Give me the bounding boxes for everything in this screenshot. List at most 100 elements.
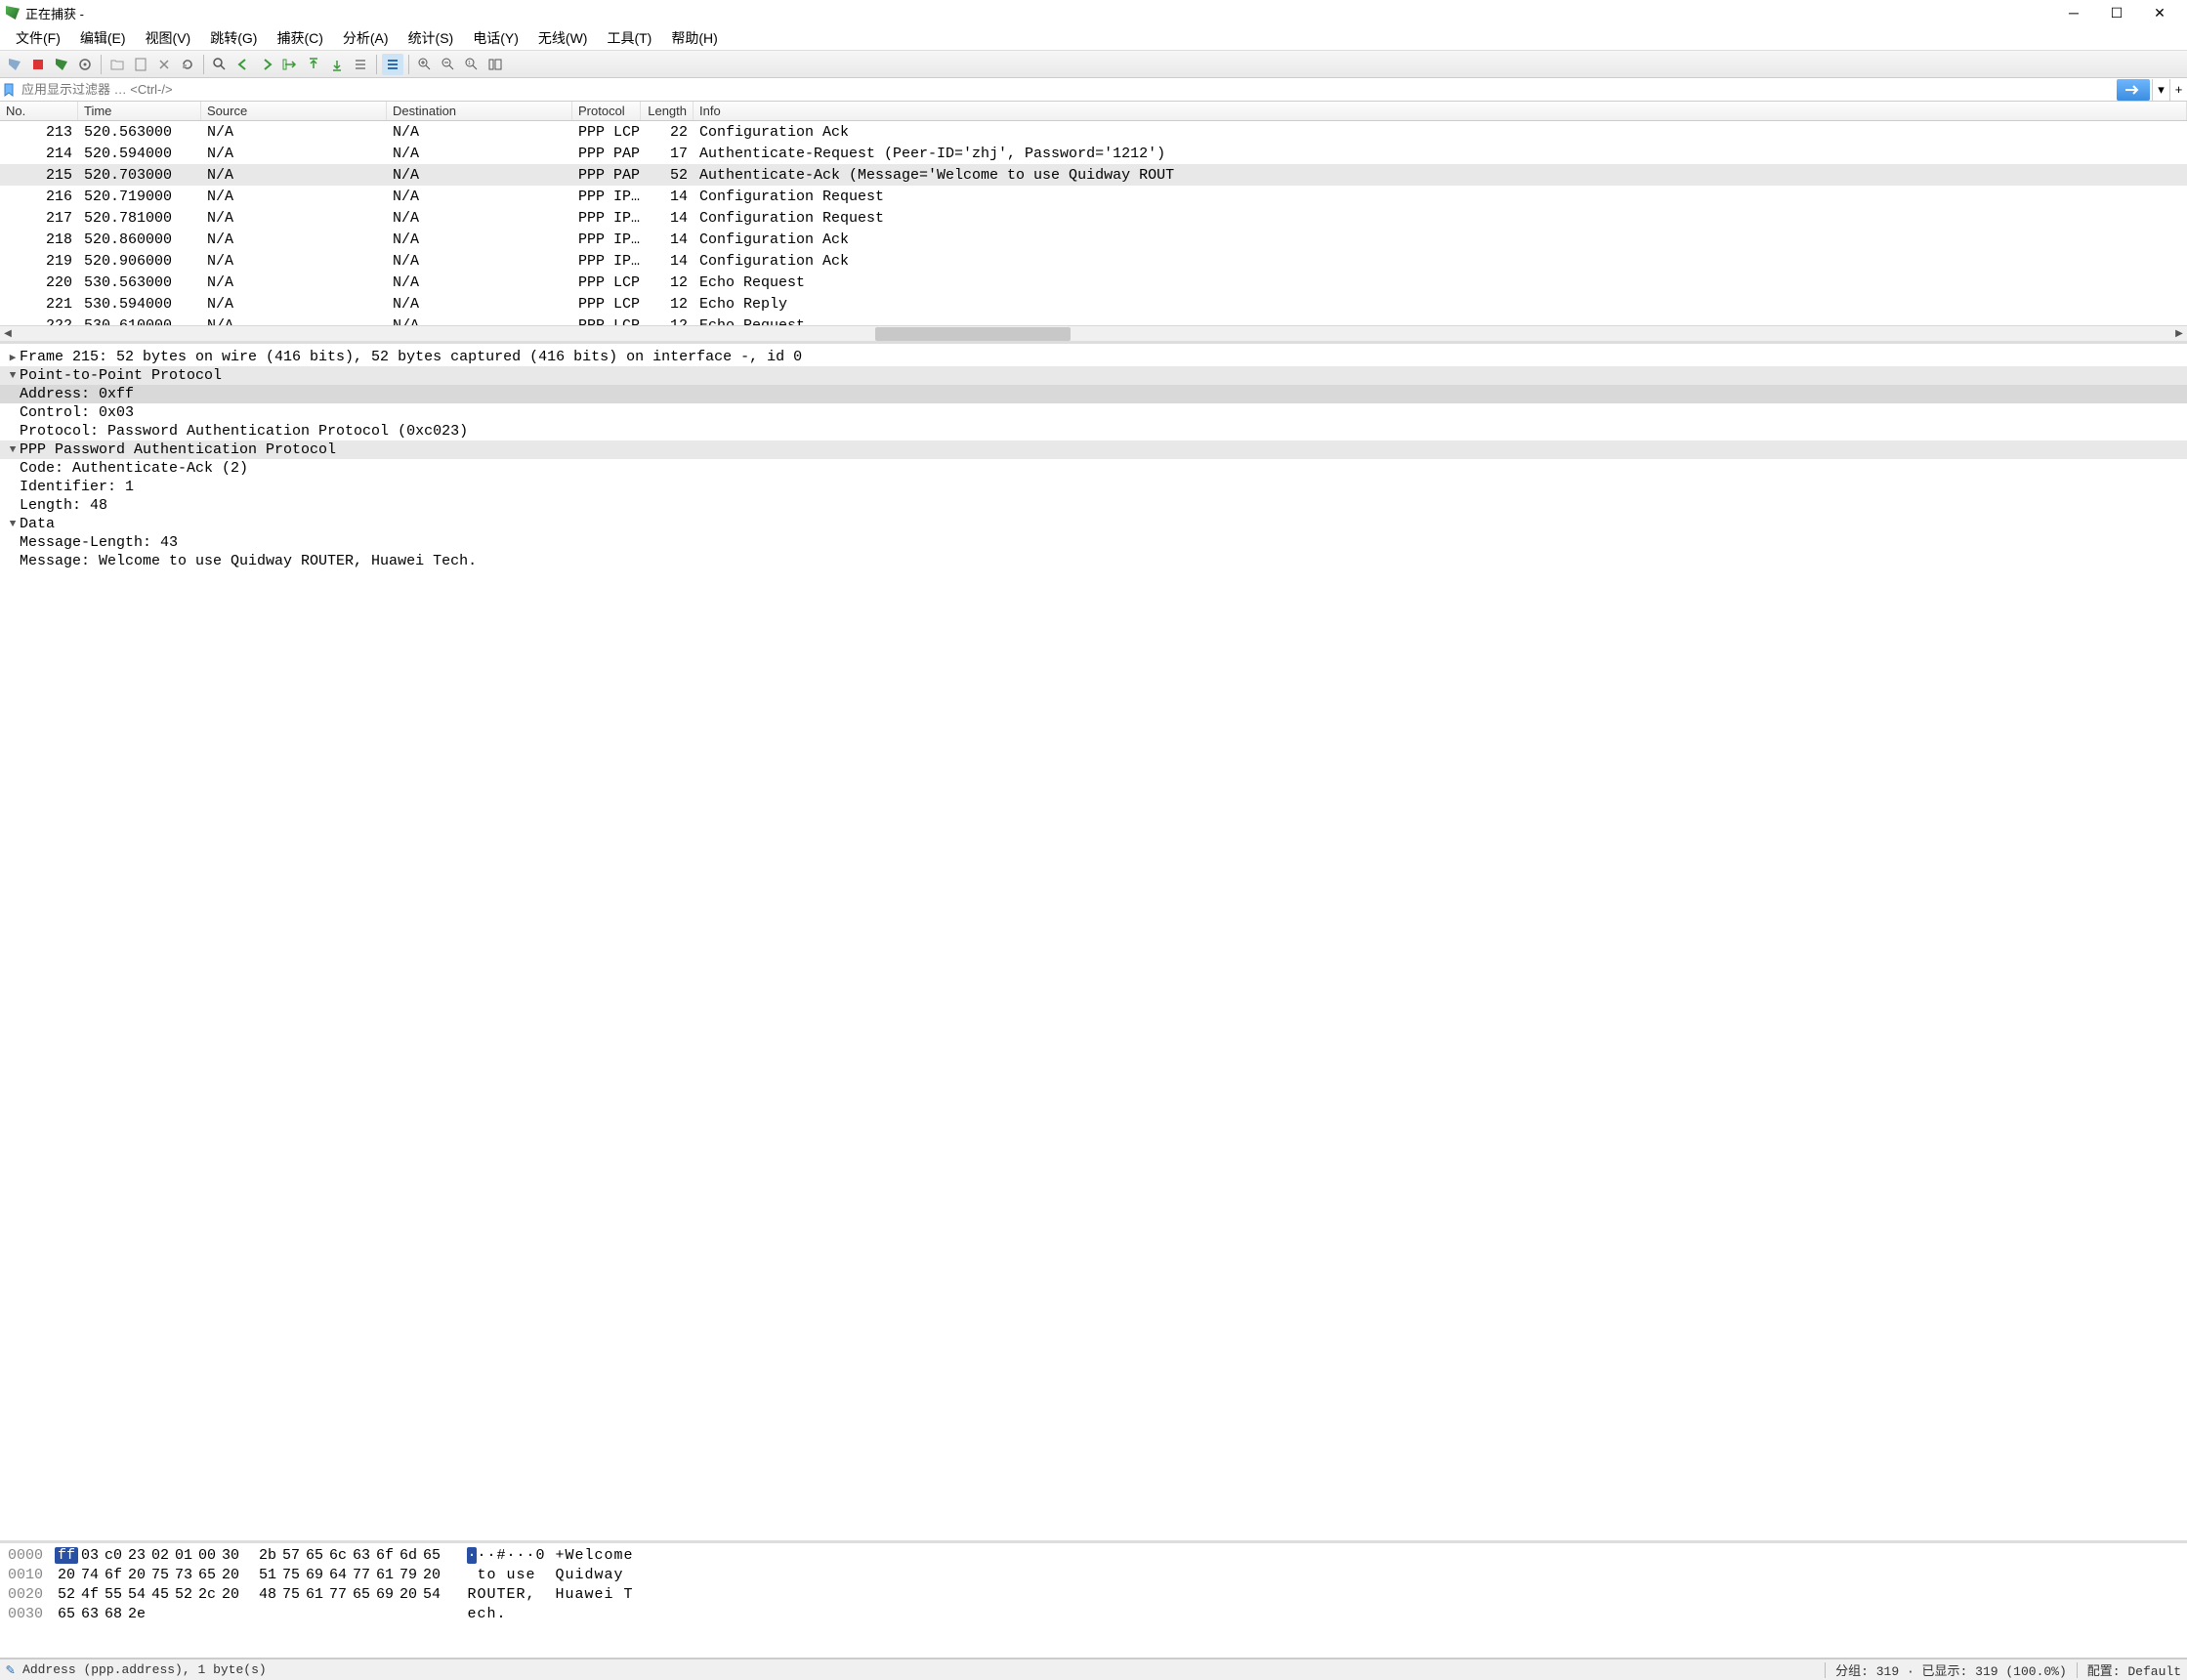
packet-row[interactable]: 216520.719000N/AN/APPP IP…14Configuratio… [0,186,2187,207]
tree-pap-code[interactable]: Code: Authenticate-Ack (2) [0,459,2187,478]
packet-row[interactable]: 217520.781000N/AN/APPP IP…14Configuratio… [0,207,2187,229]
collapse-icon[interactable]: ▼ [6,519,20,530]
packet-list-pane: No. Time Source Destination Protocol Len… [0,102,2187,344]
tree-pap-data[interactable]: ▼Data [0,515,2187,533]
zoom-reset-icon[interactable]: 1 [461,54,483,75]
tree-pap[interactable]: ▼PPP Password Authentication Protocol [0,441,2187,459]
tree-ppp[interactable]: ▼Point-to-Point Protocol [0,366,2187,385]
scroll-thumb[interactable] [875,327,1071,341]
packet-cell-len: 52 [641,167,694,184]
start-capture-icon[interactable] [4,54,25,75]
menu-item[interactable]: 无线(W) [528,25,598,51]
column-header-source[interactable]: Source [201,102,387,120]
packet-row[interactable]: 215520.703000N/AN/APPP PAP52Authenticate… [0,164,2187,186]
packet-cell-info: Echo Reply [694,296,2187,313]
packet-cell-proto: PPP IP… [572,253,641,270]
expand-icon[interactable]: ▶ [6,351,20,364]
packet-cell-no: 217 [0,210,78,227]
menu-item[interactable]: 视图(V) [136,25,201,51]
packet-row[interactable]: 221530.594000N/AN/APPP LCP12Echo Reply [0,293,2187,315]
stop-capture-icon[interactable] [27,54,49,75]
packet-cell-info: Authenticate-Request (Peer-ID='zhj', Pas… [694,146,2187,162]
go-forward-icon[interactable] [256,54,277,75]
packet-cell-dst: N/A [387,274,572,291]
packet-cell-dst: N/A [387,146,572,162]
auto-scroll-icon[interactable] [350,54,371,75]
hex-bytes[interactable]: ff03c023020100302b57656c636f6d6520746f20… [55,1547,443,1654]
menu-item[interactable]: 跳转(G) [200,25,267,51]
tree-ppp-protocol[interactable]: Protocol: Password Authentication Protoc… [0,422,2187,441]
column-header-protocol[interactable]: Protocol [572,102,641,120]
bookmark-filter-icon[interactable] [0,79,18,101]
column-header-destination[interactable]: Destination [387,102,572,120]
display-filter-input[interactable] [18,79,2117,101]
go-last-icon[interactable] [326,54,348,75]
column-header-no[interactable]: No. [0,102,78,120]
open-file-icon[interactable] [106,54,128,75]
packet-cell-info: Echo Request [694,274,2187,291]
tree-pap-length[interactable]: Length: 48 [0,496,2187,515]
collapse-icon[interactable]: ▼ [6,370,20,382]
menu-item[interactable]: 工具(T) [597,25,661,51]
go-first-icon[interactable] [303,54,324,75]
hex-ascii[interactable]: ···#···0+Welcome to use Quidway ROUTER, … [467,1547,633,1654]
hex-pane[interactable]: 0000001000200030 ff03c023020100302b57656… [0,1543,2187,1659]
menu-item[interactable]: 分析(A) [333,25,399,51]
maximize-button[interactable]: ☐ [2095,0,2138,25]
column-header-length[interactable]: Length [641,102,694,120]
collapse-icon[interactable]: ▼ [6,444,20,456]
resize-columns-icon[interactable] [484,54,506,75]
tree-pap-message[interactable]: Message: Welcome to use Quidway ROUTER, … [0,552,2187,570]
menu-item[interactable]: 文件(F) [6,25,70,51]
packet-cell-time: 520.594000 [78,146,201,162]
column-header-time[interactable]: Time [78,102,201,120]
packet-row[interactable]: 218520.860000N/AN/APPP IP…14Configuratio… [0,229,2187,250]
minimize-button[interactable]: ─ [2052,0,2095,25]
scroll-left-icon[interactable]: ◀ [0,326,16,342]
tree-ppp-control[interactable]: Control: 0x03 [0,403,2187,422]
colorize-icon[interactable] [382,54,403,75]
toolbar: 1 [0,51,2187,78]
menu-item[interactable]: 编辑(E) [70,25,136,51]
packet-row[interactable]: 213520.563000N/AN/APPP LCP22Configuratio… [0,121,2187,143]
packet-row[interactable]: 214520.594000N/AN/APPP PAP17Authenticate… [0,143,2187,164]
packet-cell-proto: PPP IP… [572,210,641,227]
filter-history-dropdown[interactable]: ▾ [2152,79,2169,101]
packet-cell-dst: N/A [387,231,572,248]
add-filter-button[interactable]: + [2169,79,2187,101]
save-file-icon[interactable] [130,54,151,75]
menu-item[interactable]: 电话(Y) [463,25,528,51]
close-file-icon[interactable] [153,54,175,75]
packet-row[interactable]: 219520.906000N/AN/APPP IP…14Configuratio… [0,250,2187,272]
go-back-icon[interactable] [232,54,254,75]
restart-capture-icon[interactable] [51,54,72,75]
find-icon[interactable] [209,54,231,75]
scroll-right-icon[interactable]: ▶ [2171,326,2187,342]
menu-item[interactable]: 帮助(H) [661,25,727,51]
tree-frame[interactable]: ▶Frame 215: 52 bytes on wire (416 bits),… [0,348,2187,366]
packet-cell-len: 14 [641,210,694,227]
expert-info-icon[interactable]: ✎ [6,1660,15,1679]
status-profile[interactable]: 配置: Default [2087,1660,2181,1679]
packet-details-pane[interactable]: ▶Frame 215: 52 bytes on wire (416 bits),… [0,344,2187,1543]
zoom-out-icon[interactable] [438,54,459,75]
menu-item[interactable]: 统计(S) [399,25,464,51]
close-button[interactable]: ✕ [2138,0,2181,25]
column-header-info[interactable]: Info [694,102,2187,120]
tree-pap-msglen[interactable]: Message-Length: 43 [0,533,2187,552]
zoom-in-icon[interactable] [414,54,436,75]
capture-options-icon[interactable] [74,54,96,75]
menu-item[interactable]: 捕获(C) [267,25,332,51]
packet-row[interactable]: 220530.563000N/AN/APPP LCP12Echo Request [0,272,2187,293]
packet-row[interactable]: 222530.610000N/AN/APPP LCP12Echo Request [0,315,2187,325]
tree-pap-identifier[interactable]: Identifier: 1 [0,478,2187,496]
reload-icon[interactable] [177,54,198,75]
packet-cell-info: Configuration Ack [694,253,2187,270]
horizontal-scrollbar[interactable]: ◀ ▶ [0,325,2187,341]
goto-packet-icon[interactable] [279,54,301,75]
packet-list-header[interactable]: No. Time Source Destination Protocol Len… [0,102,2187,121]
packet-cell-src: N/A [201,274,387,291]
apply-filter-button[interactable] [2117,79,2150,101]
packet-list-body[interactable]: 213520.563000N/AN/APPP LCP22Configuratio… [0,121,2187,325]
tree-ppp-address[interactable]: Address: 0xff [0,385,2187,403]
